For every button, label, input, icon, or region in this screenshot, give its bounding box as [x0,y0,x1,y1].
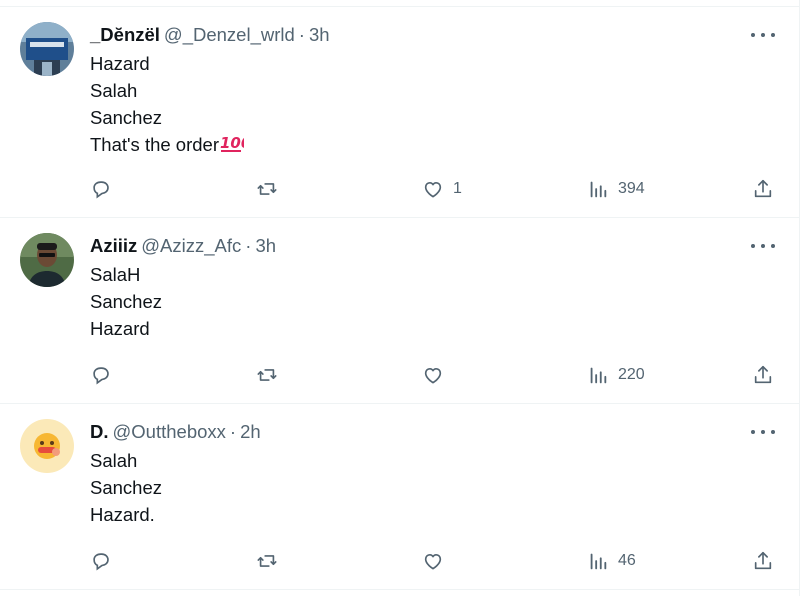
more-icon[interactable] [751,25,775,45]
share-button[interactable] [752,361,774,389]
reply-button[interactable] [90,175,121,203]
tweet[interactable]: Aziiiz @Azizz_Afc · 3h SalaH Sanchez Hazard [0,218,799,404]
user-handle[interactable]: @Outtheboxx [113,421,226,442]
tweet-text: SalaH Sanchez Hazard [90,261,162,342]
share-button[interactable] [752,175,774,203]
more-icon[interactable] [751,236,775,256]
tweet-header: Aziiiz @Azizz_Afc · 3h [90,234,276,258]
views-button[interactable]: 220 [587,361,645,389]
separator-dot: · [298,24,305,45]
views-button[interactable]: 46 [587,547,636,575]
like-button[interactable] [422,547,453,575]
like-icon [424,367,442,384]
views-icon [590,181,607,198]
share-icon [754,551,772,570]
like-icon [424,553,442,570]
tweet-actions: 46 [90,547,780,575]
tweet-line: Sanchez [90,477,162,498]
avatar[interactable] [20,233,74,287]
tweet-line: Hazard. [90,504,155,525]
retweet-button[interactable] [256,547,287,575]
more-icon[interactable] [751,422,775,442]
reply-thread: _Dĕnzël @_Denzel_wrld · 3h Hazard Salah San… [0,0,800,596]
tweet-header: _Dĕnzël @_Denzel_wrld · 3h [90,23,330,47]
reply-icon [93,367,109,385]
avatar[interactable] [20,419,74,473]
tweet-line: SalaH [90,264,141,285]
tweet[interactable]: _Dĕnzël @_Denzel_wrld · 3h Hazard Salah San… [0,7,799,218]
like-button[interactable]: 1 [422,175,462,203]
retweet-icon [257,183,277,195]
timestamp[interactable]: 2h [240,421,261,442]
reply-icon [93,553,109,571]
tweet-header: D. @Outtheboxx · 2h [90,420,261,444]
tweet-line: Salah [90,80,138,101]
reply-icon [93,181,109,199]
share-icon [754,365,772,384]
retweet-icon [257,555,277,567]
like-button[interactable] [422,361,453,389]
views-count: 394 [618,180,645,197]
tweet-line: Salah [90,450,138,471]
timestamp[interactable]: 3h [255,235,276,256]
tweet-divider [0,589,799,590]
display-name[interactable]: _Dĕnzël [90,24,160,45]
tweet-text: Salah Sanchez Hazard. [90,447,162,528]
avatar[interactable] [20,22,74,76]
views-button[interactable]: 394 [587,175,645,203]
tweet-line: Hazard [90,53,150,74]
views-count: 46 [618,552,636,569]
share-button[interactable] [752,547,774,575]
tweet-actions: 220 [90,361,780,389]
tweet-line: Hazard [90,318,150,339]
display-name[interactable]: D. [90,421,109,442]
user-handle[interactable]: @Azizz_Afc [141,235,241,256]
tweet-text: Hazard Salah Sanchez That's the order100 [90,50,251,161]
tweet-actions: 1 394 [90,175,780,203]
retweet-button[interactable] [256,175,287,203]
separator-dot: · [245,235,252,256]
hundred-points-emoji: 100 [220,134,251,161]
reply-button[interactable] [90,361,121,389]
separator-dot: · [229,421,237,442]
svg-text:100: 100 [220,134,244,152]
share-icon [754,179,772,198]
like-icon [424,181,442,198]
like-count: 1 [453,180,462,197]
tweet-line: That's the order [90,134,219,155]
user-handle[interactable]: @_Denzel_wrld [164,24,295,45]
tweet[interactable]: D. @Outtheboxx · 2h Salah Sanchez Hazard. [0,404,799,590]
timestamp[interactable]: 3h [309,24,330,45]
views-icon [590,367,607,384]
retweet-icon [257,369,277,381]
views-icon [590,553,607,570]
tweet-line: Sanchez [90,107,162,128]
tweet-line: Sanchez [90,291,162,312]
retweet-button[interactable] [256,361,287,389]
display-name[interactable]: Aziiiz [90,235,137,256]
reply-button[interactable] [90,547,121,575]
views-count: 220 [618,366,645,383]
